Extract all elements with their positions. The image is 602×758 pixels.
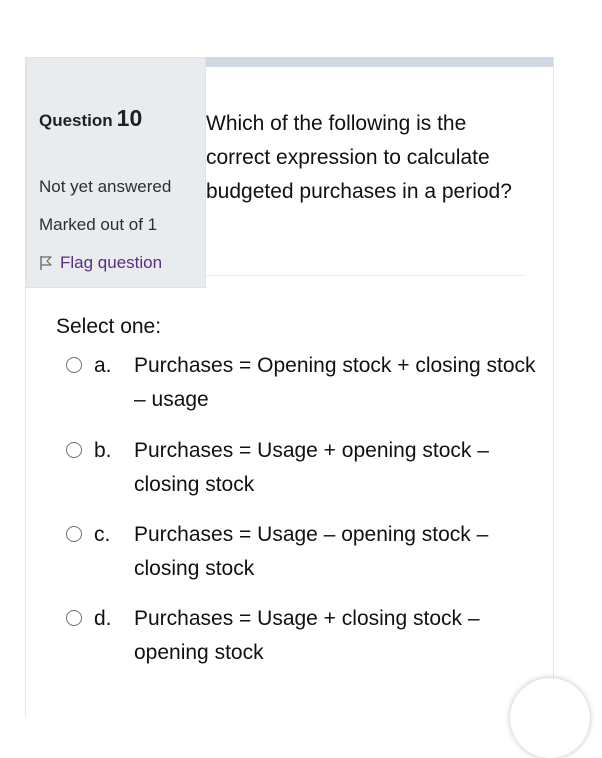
option-text: Purchases = Opening stock + closing stoc…: [134, 354, 536, 411]
radio-c[interactable]: [66, 526, 82, 542]
question-grade: Marked out of 1: [39, 215, 158, 234]
option-letter: b.: [94, 439, 112, 462]
flag-icon: [40, 256, 52, 270]
radio-b[interactable]: [66, 442, 82, 458]
question-label: Question: [39, 111, 113, 130]
question-card: Question 10 Not yet answered Marked out o…: [25, 57, 554, 717]
flag-question-label: Flag question: [60, 253, 163, 272]
question-top-bar: [206, 57, 553, 67]
option-d[interactable]: d. Purchases = Usage + closing stock – o…: [66, 602, 536, 670]
option-letter: d.: [94, 607, 112, 630]
option-text: Purchases = Usage + opening stock – clos…: [134, 439, 489, 496]
floating-action-button[interactable]: [510, 678, 590, 758]
question-number: Question 10: [39, 105, 142, 132]
select-prompt: Select one:: [56, 315, 162, 338]
question-text: Which of the following is the correct ex…: [206, 112, 512, 203]
question-info-panel: Question 10 Not yet answered Marked out o…: [26, 57, 206, 288]
option-a[interactable]: a. Purchases = Opening stock + closing s…: [66, 349, 536, 417]
option-text: Purchases = Usage – opening stock – clos…: [134, 523, 489, 580]
divider: [206, 275, 525, 276]
question-number-value: 10: [116, 105, 143, 131]
option-letter: a.: [94, 354, 112, 377]
option-c[interactable]: c. Purchases = Usage – opening stock – c…: [66, 518, 536, 586]
option-text: Purchases = Usage + closing stock – open…: [134, 607, 480, 664]
option-letter: c.: [94, 523, 111, 546]
flag-question-link[interactable]: Flag question: [39, 253, 162, 273]
question-state: Not yet answered: [39, 177, 172, 196]
option-b[interactable]: b. Purchases = Usage + opening stock – c…: [66, 434, 536, 502]
radio-a[interactable]: [66, 357, 82, 373]
radio-d[interactable]: [66, 610, 82, 626]
